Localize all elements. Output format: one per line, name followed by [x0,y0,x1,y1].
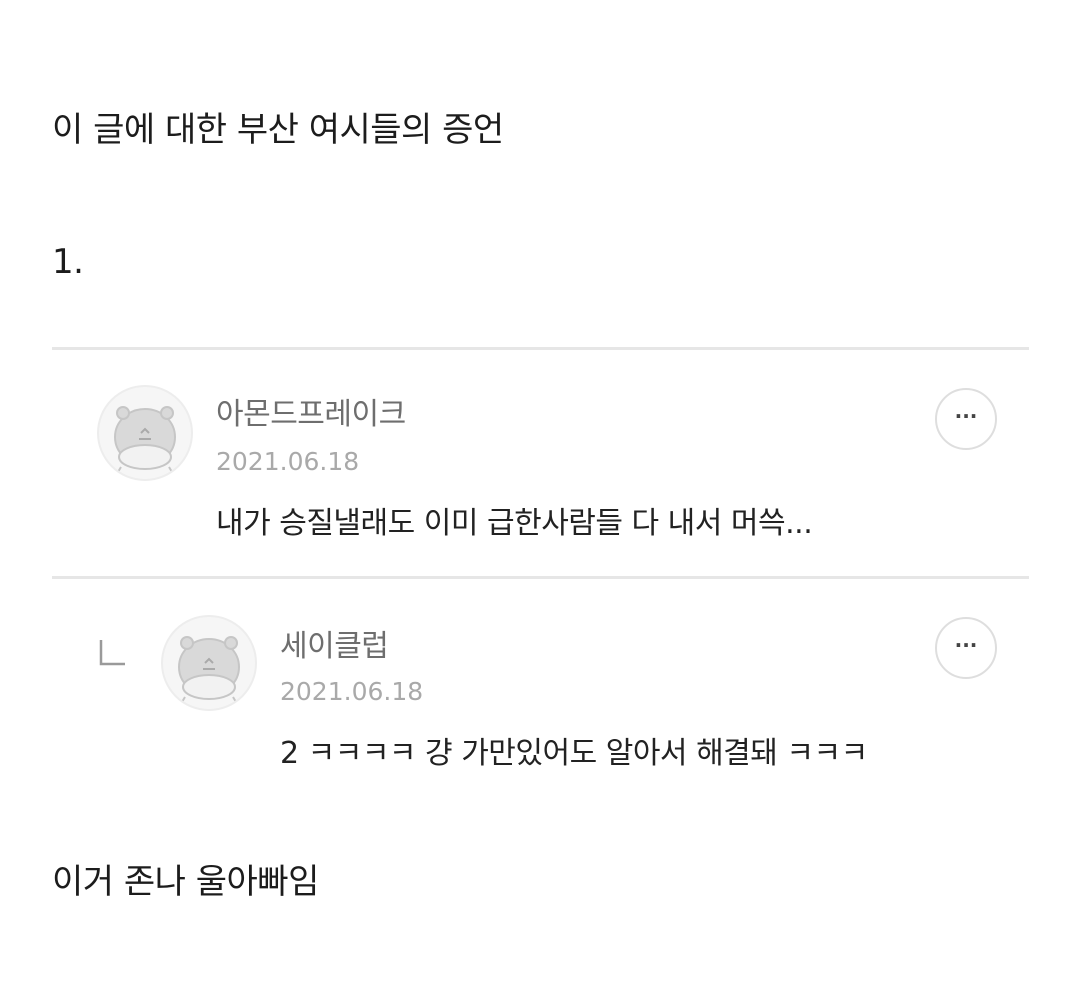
more-options-button[interactable]: ··· [935,617,997,679]
post-intro: 이 글에 대한 부산 여시들의 증언 [52,110,504,150]
reply-author[interactable]: 세이클럽 [280,629,389,665]
reply-text: 2 ㅋㅋㅋㅋ 걍 가만있어도 알아서 해결돼 ㅋㅋㅋ [280,736,868,771]
reply-date: 2021.06.18 [280,677,424,706]
comment-date: 2021.06.18 [216,447,360,476]
post-outro: 이거 존나 울아빠임 [52,862,319,902]
post-number: 1. [52,242,84,282]
more-horizontal-icon: ··· [954,633,978,657]
more-options-button[interactable]: ··· [935,388,997,450]
hamster-avatar-icon[interactable] [161,615,257,711]
comment-text: 내가 승질낼래도 이미 급한사람들 다 내서 머쓱... [216,506,813,541]
more-horizontal-icon: ··· [954,404,978,428]
comment-author[interactable]: 아몬드프레이크 [216,397,406,433]
comment-divider-top [52,347,1029,350]
reply-corner-icon [99,640,125,666]
comment-divider [52,576,1029,579]
hamster-avatar-icon[interactable] [97,385,193,481]
